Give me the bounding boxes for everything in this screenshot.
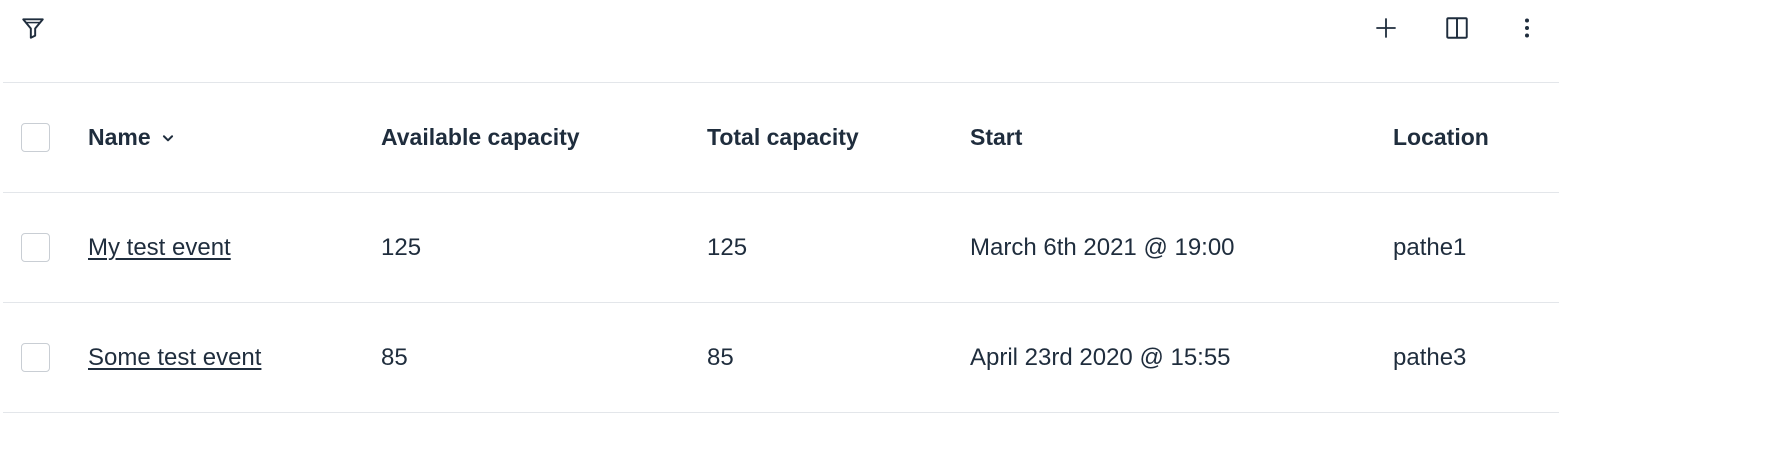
row-select-cell — [21, 193, 55, 302]
start-cell: March 6th 2021 @ 19:00 — [970, 233, 1235, 261]
plus-icon — [1376, 18, 1396, 38]
more-vertical-icon — [1525, 18, 1529, 38]
location-cell: pathe1 — [1393, 233, 1467, 261]
event-name-link[interactable]: Some test event — [88, 344, 261, 372]
columns-button[interactable] — [1437, 8, 1477, 48]
column-header-location[interactable]: Location — [1393, 83, 1489, 192]
table-row: My test event 125 125 March 6th 2021 @ 1… — [3, 193, 1559, 303]
table-row: Some test event 85 85 April 23rd 2020 @ … — [3, 303, 1559, 413]
filter-icon — [22, 18, 44, 39]
columns-icon — [1446, 17, 1468, 39]
row-checkbox[interactable] — [21, 233, 50, 262]
add-button[interactable] — [1366, 8, 1406, 48]
event-name-link[interactable]: My test event — [88, 234, 231, 262]
column-header-start[interactable]: Start — [970, 83, 1022, 192]
filter-button[interactable] — [13, 8, 53, 48]
chevron-down-icon[interactable] — [161, 131, 175, 145]
available-capacity-cell: 125 — [381, 233, 422, 261]
column-header-name[interactable]: Name — [88, 83, 175, 192]
location-cell: pathe3 — [1393, 343, 1467, 371]
name-cell: Some test event — [88, 303, 261, 412]
start-cell: April 23rd 2020 @ 15:55 — [970, 343, 1231, 371]
events-table: Name Available capacity Total capacity S… — [3, 83, 1559, 413]
events-table-panel: Name Available capacity Total capacity S… — [3, 0, 1559, 473]
more-options-button[interactable] — [1507, 8, 1547, 48]
column-header-available-capacity[interactable]: Available capacity — [381, 83, 580, 192]
total-capacity-cell: 125 — [707, 233, 748, 261]
row-select-cell — [21, 303, 55, 412]
column-header-name-label: Name — [88, 124, 151, 150]
row-checkbox[interactable] — [21, 343, 50, 372]
column-header-total-capacity[interactable]: Total capacity — [707, 83, 859, 192]
select-all-cell — [21, 83, 55, 192]
table-header-row: Name Available capacity Total capacity S… — [3, 83, 1559, 193]
total-capacity-cell: 85 — [707, 343, 734, 371]
available-capacity-cell: 85 — [381, 343, 408, 371]
name-cell: My test event — [88, 193, 231, 302]
table-toolbar — [3, 0, 1559, 83]
select-all-checkbox[interactable] — [21, 123, 50, 152]
